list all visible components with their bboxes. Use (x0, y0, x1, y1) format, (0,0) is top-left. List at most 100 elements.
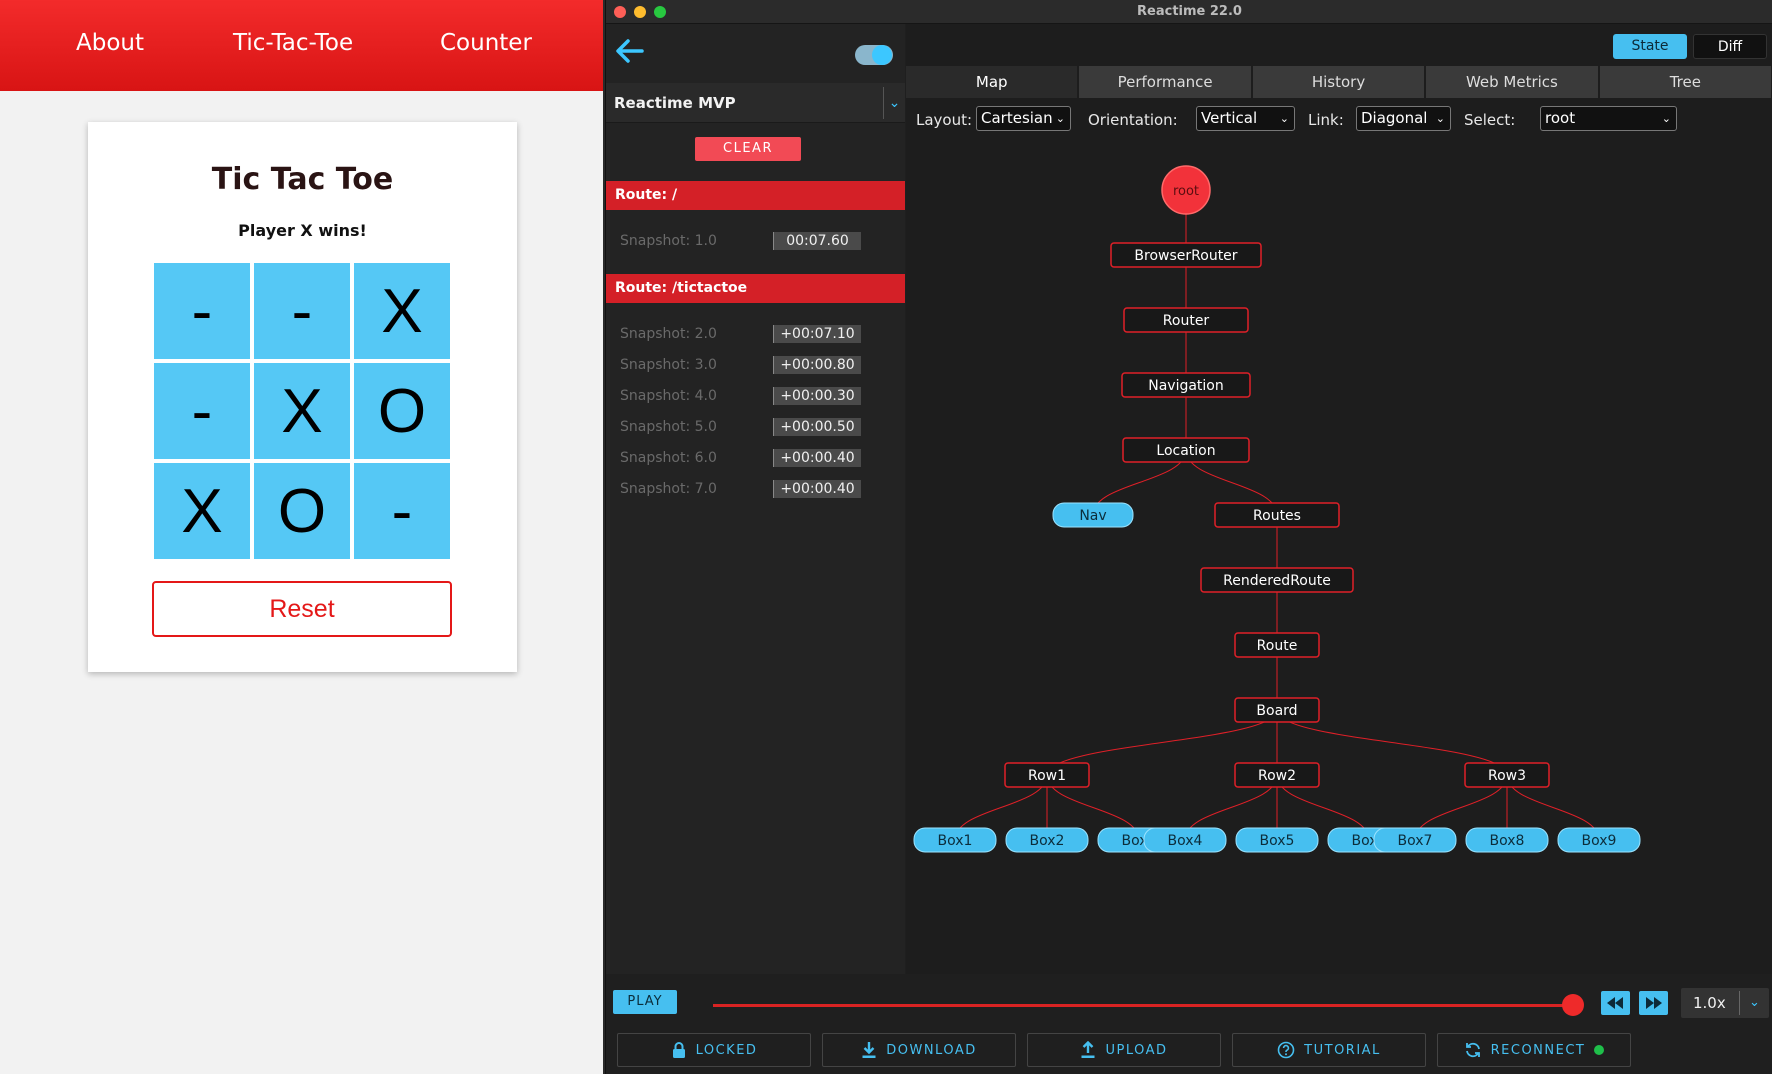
component-tree-map: root BrowserRouter Router Navigation Locatio… (913, 165, 1641, 853)
locked-button[interactable]: LOCKED (617, 1033, 811, 1067)
diff-button[interactable]: Diff (1693, 34, 1767, 59)
board-cell[interactable]: - (154, 263, 250, 359)
download-label: DOWNLOAD (886, 1042, 977, 1058)
snapshot-label[interactable]: Snapshot: 7.0 (620, 481, 717, 497)
app-selector[interactable]: Reactime MVP ⌄ (606, 83, 905, 123)
tree-node-label: Box5 (1260, 833, 1295, 849)
tab-map[interactable]: Map (906, 66, 1080, 98)
root-select[interactable]: root ⌄ (1540, 106, 1677, 131)
tree-node-label: Row3 (1488, 768, 1526, 784)
link-select[interactable]: Diagonal ⌄ (1356, 106, 1451, 131)
timeline-slider-thumb[interactable] (1562, 994, 1584, 1016)
board-cell[interactable]: X (254, 363, 350, 459)
snapshot-label[interactable]: Snapshot: 3.0 (620, 357, 717, 373)
back-arrow-icon[interactable] (612, 36, 652, 66)
tree-node-router[interactable]: Router (1123, 307, 1249, 333)
snapshot-row[interactable]: Snapshot: 7.0 +00:00.40 (606, 477, 905, 503)
tree-node-board[interactable]: Board (1234, 697, 1320, 723)
toggle-switch[interactable] (855, 45, 893, 65)
tutorial-label: TUTORIAL (1304, 1042, 1381, 1058)
tree-node-navigation[interactable]: Navigation (1121, 372, 1251, 398)
tree-node-box2[interactable]: Box2 (1005, 827, 1089, 853)
board-cell[interactable]: - (354, 463, 450, 559)
tree-node-renderedroute[interactable]: RenderedRoute (1200, 567, 1354, 593)
tab-bar: Map Performance History Web Metrics Tree (906, 66, 1772, 98)
board-cell[interactable]: X (354, 263, 450, 359)
tree-node-box4[interactable]: Box4 (1143, 827, 1227, 853)
tree-node-browserrouter[interactable]: BrowserRouter (1110, 242, 1262, 268)
snapshot-time: 00:07.60 (773, 232, 861, 250)
reset-button[interactable]: Reset (152, 581, 452, 637)
step-back-button[interactable] (1601, 991, 1630, 1015)
step-forward-button[interactable] (1639, 991, 1668, 1015)
snapshot-row[interactable]: Snapshot: 1.0 00:07.60 (606, 229, 905, 255)
chevron-down-icon[interactable]: ⌄ (1739, 991, 1769, 1015)
speed-select[interactable]: 1.0x ⌄ (1681, 988, 1769, 1018)
tab-tree[interactable]: Tree (1599, 66, 1772, 98)
tree-node-root[interactable]: root (1161, 165, 1211, 215)
snapshot-label[interactable]: Snapshot: 6.0 (620, 450, 717, 466)
download-button[interactable]: DOWNLOAD (822, 1033, 1016, 1067)
tree-node-box7[interactable]: Box7 (1373, 827, 1457, 853)
tab-web-metrics[interactable]: Web Metrics (1426, 66, 1600, 98)
snapshot-label[interactable]: Snapshot: 1.0 (620, 233, 717, 249)
board-cell[interactable]: - (254, 263, 350, 359)
tab-history[interactable]: History (1252, 66, 1427, 98)
nav-link-tictactoe[interactable]: Tic-Tac-Toe (233, 30, 353, 56)
board-cell[interactable]: - (154, 363, 250, 459)
tree-node-box9[interactable]: Box9 (1557, 827, 1641, 853)
tree-node-row2[interactable]: Row2 (1234, 762, 1320, 788)
snapshot-time: +00:00.80 (773, 356, 861, 374)
tutorial-button[interactable]: TUTORIAL (1232, 1033, 1426, 1067)
chevron-down-icon: ⌄ (1661, 112, 1671, 125)
tree-node-location[interactable]: Location (1122, 437, 1250, 463)
board-cell[interactable]: X (154, 463, 250, 559)
chevron-down-icon[interactable]: ⌄ (883, 87, 905, 119)
locked-label: LOCKED (695, 1042, 758, 1058)
tree-node-nav[interactable]: Nav (1052, 502, 1134, 528)
board-cell[interactable]: O (254, 463, 350, 559)
tab-performance[interactable]: Performance (1079, 66, 1253, 98)
layout-value: Cartesian (981, 109, 1053, 127)
map-controls: Layout: Cartesian ⌄ Orientation: Vertical… (906, 102, 1772, 136)
window-title: Reactime 22.0 (1137, 4, 1242, 19)
layout-select[interactable]: Cartesian ⌄ (976, 106, 1071, 131)
tree-node-row3[interactable]: Row3 (1464, 762, 1550, 788)
snapshot-row[interactable]: Snapshot: 3.0 +00:00.80 (606, 353, 905, 379)
snapshot-time: +00:00.40 (773, 480, 861, 498)
timeline-slider[interactable] (713, 1004, 1573, 1007)
play-button[interactable]: PLAY (613, 990, 677, 1014)
snapshot-row[interactable]: Snapshot: 4.0 +00:00.30 (606, 384, 905, 410)
tree-node-box5[interactable]: Box5 (1235, 827, 1319, 853)
snapshot-label[interactable]: Snapshot: 5.0 (620, 419, 717, 435)
snapshot-row[interactable]: Snapshot: 5.0 +00:00.50 (606, 415, 905, 441)
tree-node-label: Row1 (1028, 768, 1066, 784)
nav-link-about[interactable]: About (76, 30, 144, 56)
tree-node-box1[interactable]: Box1 (913, 827, 997, 853)
reconnect-button[interactable]: RECONNECT (1437, 1033, 1631, 1067)
state-button[interactable]: State (1613, 34, 1687, 59)
tree-node-label: Box2 (1030, 833, 1065, 849)
orientation-value: Vertical (1201, 109, 1258, 127)
snapshot-label[interactable]: Snapshot: 2.0 (620, 326, 717, 342)
tree-node-label: root (1173, 184, 1199, 199)
tree-node-route[interactable]: Route (1234, 632, 1320, 658)
upload-label: UPLOAD (1105, 1042, 1168, 1058)
snapshot-label[interactable]: Snapshot: 4.0 (620, 388, 717, 404)
tree-node-box8[interactable]: Box8 (1465, 827, 1549, 853)
tree-node-label: Box1 (938, 833, 973, 849)
upload-button[interactable]: UPLOAD (1027, 1033, 1221, 1067)
snapshot-time: +00:00.30 (773, 387, 861, 405)
snapshot-row[interactable]: Snapshot: 2.0 +00:07.10 (606, 322, 905, 348)
nav-link-counter[interactable]: Counter (440, 30, 532, 56)
snapshot-time: +00:07.10 (773, 325, 861, 343)
snapshot-sidebar: Reactime MVP ⌄ CLEAR Route: / Snapshot: … (606, 24, 905, 974)
orientation-select[interactable]: Vertical ⌄ (1196, 106, 1295, 131)
board-cell[interactable]: O (354, 363, 450, 459)
clear-button[interactable]: CLEAR (695, 137, 801, 161)
route-header: Route: /tictactoe (606, 274, 905, 303)
tree-node-routes[interactable]: Routes (1214, 502, 1340, 528)
layout-label: Layout: (916, 111, 973, 129)
snapshot-row[interactable]: Snapshot: 6.0 +00:00.40 (606, 446, 905, 472)
tree-node-row1[interactable]: Row1 (1004, 762, 1090, 788)
